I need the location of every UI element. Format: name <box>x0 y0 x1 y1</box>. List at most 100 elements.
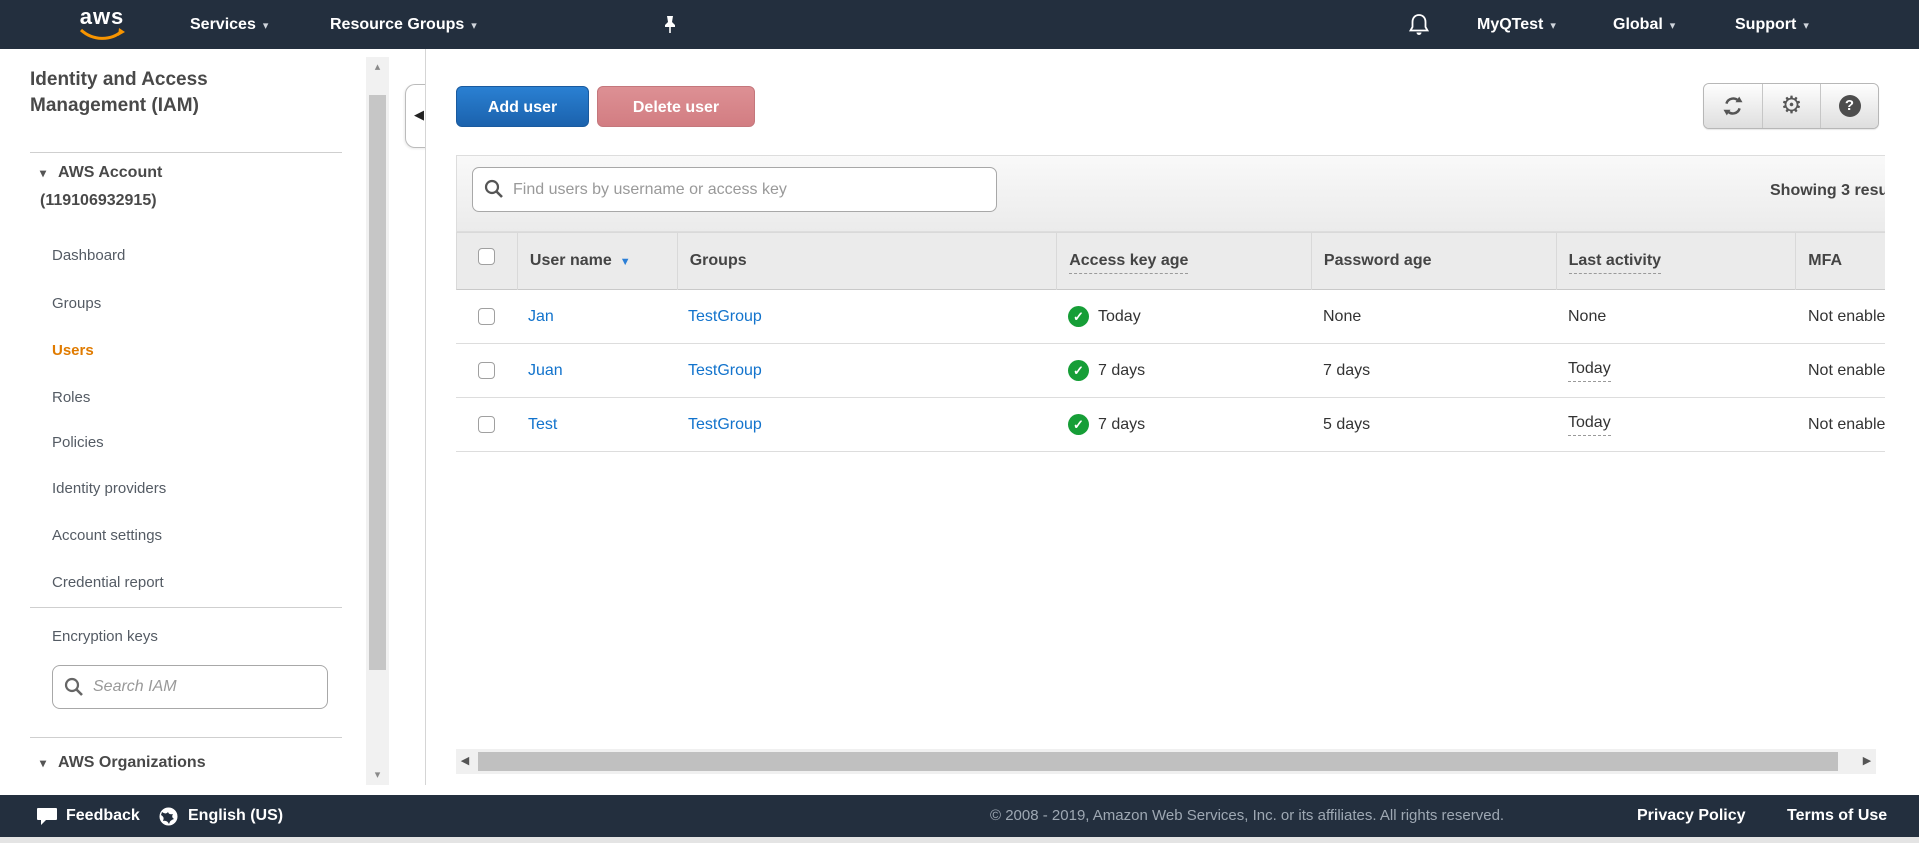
nav-account-label: MyQTest <box>1477 16 1543 33</box>
page-title-line1: Identity and Access <box>30 69 208 90</box>
horizontal-scrollbar-thumb[interactable] <box>478 752 1838 771</box>
password-age-value: 5 days <box>1323 416 1370 434</box>
add-user-button[interactable]: Add user <box>456 86 589 127</box>
user-link[interactable]: Juan <box>528 362 563 380</box>
table-row: Test TestGroup ✓7 days 5 days Today Not … <box>456 398 1885 452</box>
status-ok-icon: ✓ <box>1068 360 1089 381</box>
sidebar-item-credential-report[interactable]: Credential report <box>52 573 164 593</box>
delete-user-button[interactable]: Delete user <box>597 86 755 127</box>
nav-region-menu[interactable]: Global ▾ <box>1613 0 1675 49</box>
page-title-line2: Management (IAM) <box>30 95 199 116</box>
sidebar-scrollbar-thumb[interactable] <box>369 95 386 670</box>
group-link[interactable]: TestGroup <box>688 308 762 326</box>
aws-console-window: aws Services▾ Resource Groups▾ MyQTe <box>0 0 1919 843</box>
privacy-policy-link[interactable]: Privacy Policy <box>1637 795 1746 837</box>
results-count: Showing 3 results <box>1770 182 1885 200</box>
scroll-right-arrow-icon[interactable]: ▶ <box>1858 749 1876 774</box>
bottom-edge <box>0 837 1919 843</box>
terms-of-use-link[interactable]: Terms of Use <box>1787 795 1887 837</box>
chevron-down-icon: ▾ <box>1670 20 1676 32</box>
sidebar-aws-account-section[interactable]: ▾AWS Account (119106932915) <box>40 159 340 214</box>
nav-resource-groups-label: Resource Groups <box>330 16 464 33</box>
chevron-down-icon: ▾ <box>263 20 269 32</box>
find-users-input[interactable] <box>472 167 997 212</box>
group-link[interactable]: TestGroup <box>688 416 762 434</box>
refresh-button[interactable] <box>1704 84 1762 128</box>
help-icon: ? <box>1839 95 1861 117</box>
header-access-key-age: Access key age <box>1056 232 1311 290</box>
access-key-age-value: 7 days <box>1098 362 1145 380</box>
sidebar-divider <box>30 152 342 153</box>
search-icon <box>64 677 84 697</box>
aws-account-id: (119106932915) <box>40 192 157 209</box>
sidebar-item-encryption-keys[interactable]: Encryption keys <box>52 627 158 647</box>
access-key-age-value: Today <box>1098 308 1141 326</box>
header-access-key-age-label: Access key age <box>1069 251 1188 274</box>
sidebar-item-policies[interactable]: Policies <box>52 433 104 453</box>
header-user-name-label: User name <box>530 252 612 269</box>
nav-region-label: Global <box>1613 16 1663 33</box>
panel-toolbar: ⚙ ? <box>1703 83 1879 129</box>
header-last-activity-label: Last activity <box>1569 251 1661 274</box>
sidebar-item-users[interactable]: Users <box>52 341 94 361</box>
sidebar-item-roles[interactable]: Roles <box>52 388 90 408</box>
row-checkbox[interactable] <box>478 416 495 433</box>
user-link[interactable]: Test <box>528 416 557 434</box>
sort-descending-icon: ▼ <box>620 256 631 268</box>
header-user-name[interactable]: User name ▼ <box>517 232 677 290</box>
notifications-bell-icon[interactable] <box>1408 13 1430 42</box>
scroll-up-arrow-icon[interactable]: ▴ <box>366 57 389 77</box>
group-link[interactable]: TestGroup <box>688 362 762 380</box>
nav-resource-groups-menu[interactable]: Resource Groups▾ <box>330 0 477 49</box>
sidebar-item-identity-providers[interactable]: Identity providers <box>52 479 166 499</box>
sidebar-item-account-settings[interactable]: Account settings <box>52 526 162 546</box>
sidebar-scrollbar[interactable]: ▴ ▾ <box>366 57 389 785</box>
header-last-activity: Last activity <box>1556 232 1796 290</box>
select-all-checkbox[interactable] <box>478 248 495 265</box>
pin-icon[interactable] <box>662 15 678 39</box>
search-icon <box>484 179 504 199</box>
nav-account-menu[interactable]: MyQTest ▾ <box>1477 0 1556 49</box>
filter-bar: Showing 3 results <box>456 155 1885 232</box>
user-link[interactable]: Jan <box>528 308 554 326</box>
sidebar-aws-organizations-section[interactable]: ▾AWS Organizations <box>40 754 206 772</box>
settings-button[interactable]: ⚙ <box>1762 84 1820 128</box>
collapse-left-icon: ◀ <box>414 107 424 123</box>
row-checkbox[interactable] <box>478 362 495 379</box>
scroll-down-arrow-icon[interactable]: ▾ <box>366 765 389 785</box>
nav-services-menu[interactable]: Services▾ <box>190 0 268 49</box>
nav-support-menu[interactable]: Support▾ <box>1735 0 1809 49</box>
aws-logo[interactable]: aws <box>76 6 128 41</box>
language-selector[interactable]: English (US) <box>188 795 283 837</box>
feedback-button[interactable]: Feedback <box>66 795 140 837</box>
scroll-left-arrow-icon[interactable]: ◀ <box>456 749 474 774</box>
sidebar-item-groups[interactable]: Groups <box>52 294 101 314</box>
page-title: Identity and Access Management (IAM) <box>30 67 310 119</box>
sidebar-item-dashboard[interactable]: Dashboard <box>52 246 125 266</box>
status-ok-icon: ✓ <box>1068 306 1089 327</box>
last-activity-value: Today <box>1568 413 1611 436</box>
horizontal-scrollbar[interactable]: ◀ ▶ <box>456 749 1876 774</box>
mfa-value: Not enabled <box>1808 416 1885 434</box>
gear-icon: ⚙ <box>1781 94 1803 118</box>
user-filter <box>472 167 997 212</box>
header-mfa: MFA <box>1795 232 1885 290</box>
header-groups-label: Groups <box>690 252 747 269</box>
header-password-age: Password age <box>1311 232 1556 290</box>
header-mfa-label: MFA <box>1808 252 1842 269</box>
search-iam-input[interactable] <box>52 665 328 709</box>
mfa-value: Not enabled <box>1808 308 1885 326</box>
iam-sidebar: Identity and Access Management (IAM) ▾AW… <box>0 49 366 785</box>
sidebar-search <box>52 665 328 709</box>
sidebar-divider <box>30 607 342 608</box>
refresh-icon <box>1721 95 1745 117</box>
table-row: Jan TestGroup ✓Today None None Not enabl… <box>456 290 1885 344</box>
footer-bar: Feedback English (US) © 2008 - 2019, Ama… <box>0 795 1919 837</box>
aws-account-label: AWS Account <box>58 164 162 181</box>
row-checkbox[interactable] <box>478 308 495 325</box>
aws-smile-icon <box>79 28 125 41</box>
chevron-down-icon: ▾ <box>1803 20 1809 32</box>
help-button[interactable]: ? <box>1820 84 1878 128</box>
password-age-value: None <box>1323 308 1361 326</box>
chevron-down-icon: ▾ <box>1550 20 1556 32</box>
